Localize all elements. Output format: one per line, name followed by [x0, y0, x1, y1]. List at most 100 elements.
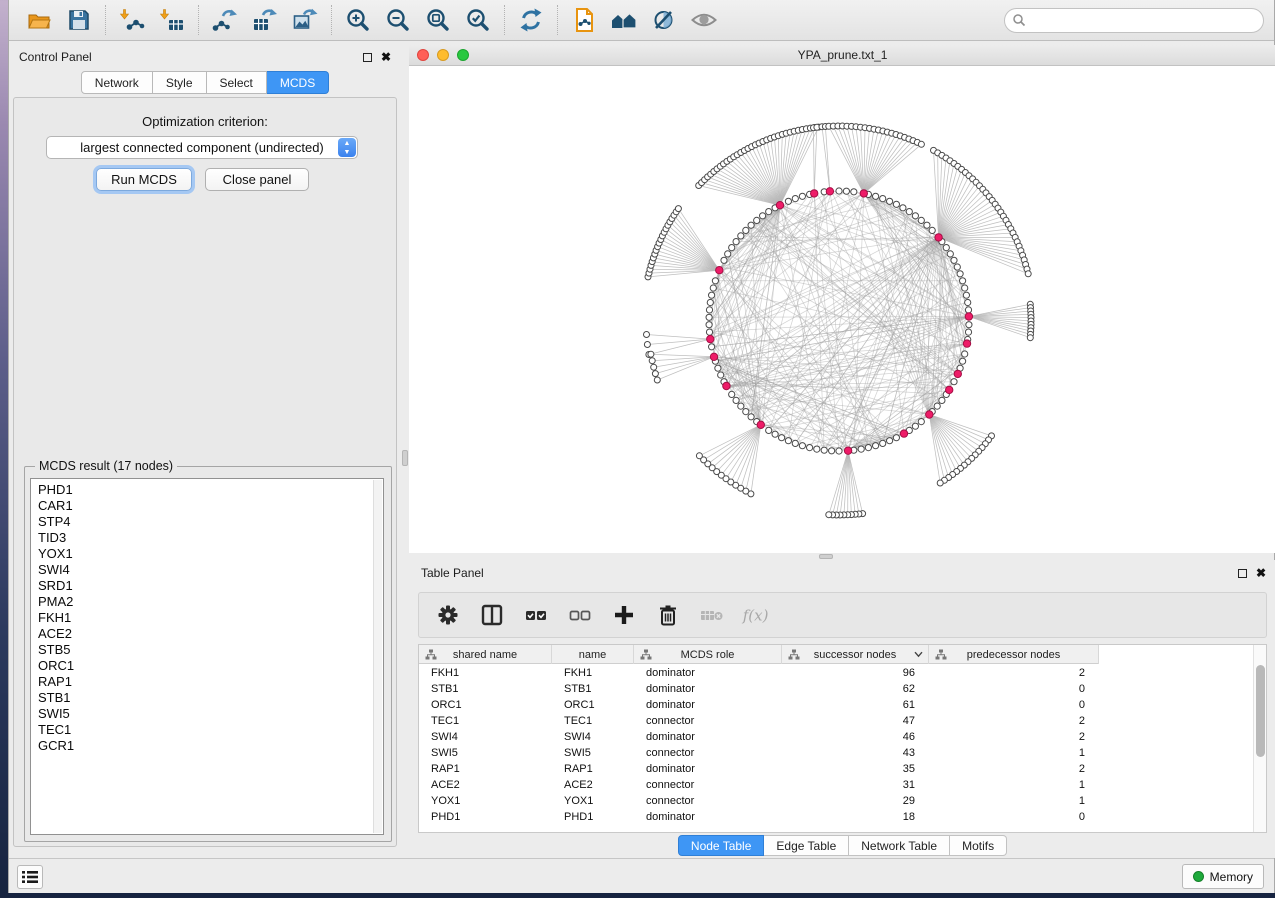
table-row[interactable]: ORC1ORC1dominator610 [419, 697, 1099, 713]
add-row-button[interactable] [609, 600, 639, 630]
search-input[interactable] [1004, 8, 1264, 33]
toolbar-separator [198, 5, 199, 35]
save-session-button[interactable] [59, 3, 99, 37]
close-panel-icon[interactable]: ✖ [381, 53, 391, 62]
share-document-button[interactable] [564, 3, 604, 37]
mcds-list-scrollbar[interactable] [373, 480, 382, 833]
cell-mcds-role: connector [634, 713, 782, 729]
tab-mcds[interactable]: MCDS [267, 71, 329, 94]
mcds-result-item[interactable]: SWI5 [38, 706, 383, 722]
cell-name: TEC1 [552, 713, 634, 729]
horizontal-splitter[interactable] [409, 553, 1275, 560]
eye-icon [690, 7, 718, 33]
mcds-result-item[interactable]: TID3 [38, 530, 383, 546]
mcds-result-item[interactable]: STP4 [38, 514, 383, 530]
mcds-result-item[interactable]: STB1 [38, 690, 383, 706]
mcds-result-item[interactable]: FKH1 [38, 610, 383, 626]
tab-network[interactable]: Network [81, 71, 153, 94]
table-scrollbar[interactable] [1253, 645, 1266, 832]
tab-style[interactable]: Style [153, 71, 207, 94]
mcds-result-item[interactable]: ORC1 [38, 658, 383, 674]
mcds-result-item[interactable]: PMA2 [38, 594, 383, 610]
trash-icon [656, 603, 680, 627]
table-row[interactable]: PHD1PHD1dominator180 [419, 809, 1099, 825]
zoom-out-button[interactable] [378, 3, 418, 37]
clear-table-button[interactable] [697, 600, 727, 630]
table-row[interactable]: SWI4SWI4dominator462 [419, 729, 1099, 745]
scrollbar-thumb[interactable] [1256, 665, 1265, 757]
network-canvas[interactable] [409, 66, 1275, 553]
cell-shared-name: FKH1 [419, 665, 552, 681]
mcds-result-list[interactable]: PHD1CAR1STP4TID3YOX1SWI4SRD1PMA2FKH1ACE2… [30, 478, 384, 835]
export-network-button[interactable] [205, 3, 245, 37]
table-row[interactable]: RAP1RAP1dominator352 [419, 761, 1099, 777]
table-row[interactable]: ACE2ACE2connector311 [419, 777, 1099, 793]
table-settings-button[interactable] [433, 600, 463, 630]
table-row[interactable]: STB1STB1dominator620 [419, 681, 1099, 697]
column-header-shared-name[interactable]: shared name [419, 645, 552, 664]
splitter-handle[interactable] [402, 450, 408, 466]
tab-select[interactable]: Select [207, 71, 267, 94]
tab-network-table[interactable]: Network Table [849, 835, 950, 856]
mcds-result-item[interactable]: ACE2 [38, 626, 383, 642]
mcds-result-item[interactable]: TEC1 [38, 722, 383, 738]
run-mcds-button[interactable]: Run MCDS [96, 168, 192, 191]
tab-edge-table[interactable]: Edge Table [764, 835, 849, 856]
network-window-titlebar[interactable]: YPA_prune.txt_1 [409, 45, 1275, 66]
export-table-button[interactable] [245, 3, 285, 37]
shared-column-icon [788, 649, 800, 661]
delete-row-button[interactable] [653, 600, 683, 630]
close-panel-button[interactable]: Close panel [205, 168, 309, 191]
tab-motifs[interactable]: Motifs [950, 835, 1007, 856]
table-row[interactable]: YOX1YOX1connector291 [419, 793, 1099, 809]
table-row[interactable]: TEC1TEC1connector472 [419, 713, 1099, 729]
criterion-select[interactable]: largest connected component (undirected)… [46, 136, 358, 159]
cell-shared-name: RAP1 [419, 761, 552, 777]
import-network-button[interactable] [112, 3, 152, 37]
task-history-button[interactable] [17, 865, 43, 889]
column-header-name[interactable]: name [552, 645, 634, 664]
splitter-handle[interactable] [819, 554, 833, 559]
svg-text:f(x): f(x) [742, 606, 769, 624]
node-table[interactable]: shared name name MCDS role successor nod… [418, 644, 1267, 833]
deselect-all-button[interactable] [565, 600, 595, 630]
column-header-successor-nodes[interactable]: successor nodes [782, 645, 929, 664]
zoom-selected-button[interactable] [458, 3, 498, 37]
column-header-predecessor-nodes[interactable]: predecessor nodes [929, 645, 1099, 664]
float-panel-icon[interactable] [1238, 569, 1247, 578]
import-table-button[interactable] [152, 3, 192, 37]
memory-button[interactable]: Memory [1182, 864, 1264, 889]
mcds-result-item[interactable]: GCR1 [38, 738, 383, 754]
mcds-result-item[interactable]: PHD1 [38, 482, 383, 498]
mcds-result-item[interactable]: CAR1 [38, 498, 383, 514]
mcds-result-item[interactable]: SRD1 [38, 578, 383, 594]
first-neighbors-button[interactable] [604, 3, 644, 37]
mcds-result-item[interactable]: RAP1 [38, 674, 383, 690]
column-layout-icon [480, 603, 504, 627]
float-panel-icon[interactable] [363, 53, 372, 62]
network-graph[interactable] [409, 66, 1275, 553]
select-all-button[interactable] [521, 600, 551, 630]
cell-predecessor-nodes: 0 [929, 809, 1099, 825]
mcds-result-item[interactable]: YOX1 [38, 546, 383, 562]
close-panel-icon[interactable]: ✖ [1256, 569, 1266, 578]
mcds-result-item[interactable]: SWI4 [38, 562, 383, 578]
mcds-result-item[interactable]: STB5 [38, 642, 383, 658]
function-builder-button[interactable]: f(x) [741, 600, 771, 630]
tab-node-table[interactable]: Node Table [678, 835, 765, 856]
column-layout-button[interactable] [477, 600, 507, 630]
refresh-button[interactable] [511, 3, 551, 37]
table-row[interactable]: FKH1FKH1dominator962 [419, 665, 1099, 681]
table-row[interactable]: SWI5SWI5connector431 [419, 745, 1099, 761]
control-panel-title: Control Panel [9, 50, 92, 64]
vertical-splitter[interactable] [401, 41, 409, 858]
show-hide-button[interactable] [684, 3, 724, 37]
open-file-button[interactable] [19, 3, 59, 37]
zoom-in-button[interactable] [338, 3, 378, 37]
export-image-button[interactable] [285, 3, 325, 37]
toggle-graphics-button[interactable] [644, 3, 684, 37]
zoom-fit-button[interactable] [418, 3, 458, 37]
column-header-mcds-role[interactable]: MCDS role [634, 645, 782, 664]
cell-shared-name: TEC1 [419, 713, 552, 729]
cell-shared-name: YOX1 [419, 793, 552, 809]
